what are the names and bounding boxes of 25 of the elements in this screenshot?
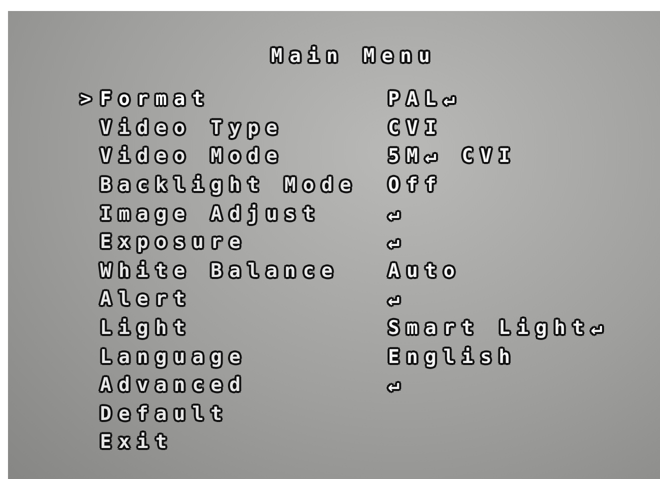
menu-item[interactable]: Exit — [80, 431, 174, 454]
menu-item[interactable]: White Balance — [80, 260, 340, 282]
menu-value: ↵ — [388, 202, 406, 225]
menu-value: Auto — [388, 260, 462, 282]
menu-value: 5M↵ CVI — [388, 145, 518, 168]
menu-item[interactable]: Advanced — [80, 374, 248, 396]
menu-item[interactable]: Language — [80, 346, 248, 368]
menu-item[interactable]: Video Type — [80, 116, 284, 139]
menu-item[interactable]: Exposure — [80, 231, 248, 254]
menu-item[interactable]: Backlight Mode — [80, 174, 358, 196]
menu-item[interactable]: Image Adjust — [80, 202, 322, 225]
menu-value: ↵ — [388, 374, 406, 396]
menu-item[interactable]: Video Mode — [80, 145, 284, 168]
menu-item[interactable]: Alert — [80, 288, 192, 310]
menu-value: Smart Light↵ — [388, 317, 610, 340]
menu-value: PAL↵ — [388, 88, 462, 110]
menu-value: ↵ — [388, 231, 406, 254]
menu-value: Off — [388, 174, 444, 196]
menu-title: Main Menu — [270, 45, 437, 67]
menu-value: English — [388, 346, 518, 368]
menu-value: ↵ — [388, 288, 406, 310]
menu-item[interactable]: Default — [80, 402, 230, 425]
menu-value: CVI — [388, 116, 444, 139]
menu-item[interactable]: > Format — [80, 88, 211, 110]
menu-item[interactable]: Light — [80, 317, 192, 340]
